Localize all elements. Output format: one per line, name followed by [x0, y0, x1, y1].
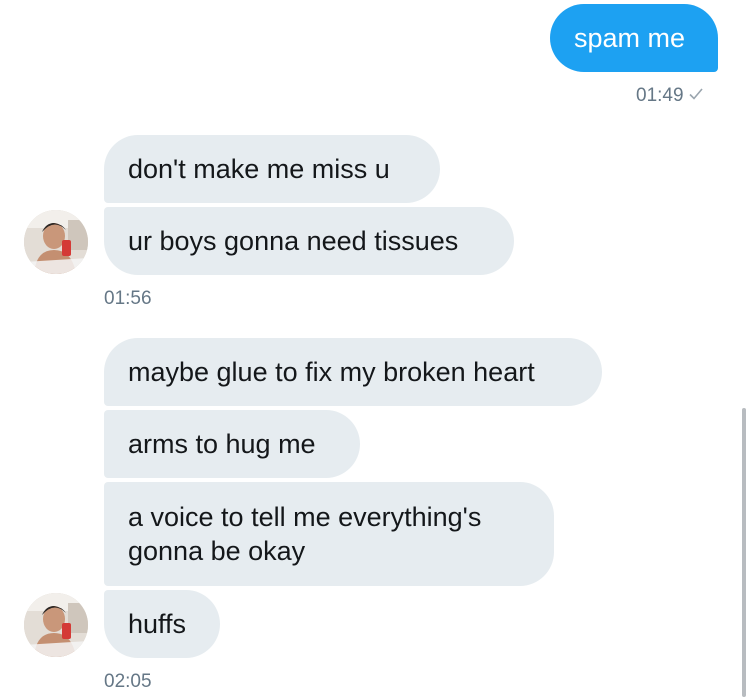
incoming-message-bubble[interactable]: don't make me miss u: [104, 135, 440, 203]
outgoing-message-bubble[interactable]: spam me: [550, 4, 718, 72]
incoming-message-bubble[interactable]: ur boys gonna need tissues: [104, 207, 514, 275]
scrollbar[interactable]: [742, 408, 746, 697]
sent-check-icon: [688, 85, 704, 107]
incoming-message-bubble[interactable]: arms to hug me: [104, 410, 360, 478]
outgoing-time-text: 01:49: [636, 85, 684, 107]
incoming-message-bubble[interactable]: maybe glue to fix my broken heart: [104, 338, 602, 406]
outgoing-timestamp: 01:49: [636, 85, 704, 107]
sender-avatar[interactable]: [24, 593, 88, 657]
incoming-message-bubble[interactable]: a voice to tell me everything's gonna be…: [104, 482, 554, 586]
sender-avatar[interactable]: [24, 210, 88, 274]
incoming-message-bubble[interactable]: huffs: [104, 590, 220, 658]
group2-timestamp: 02:05: [104, 671, 152, 692]
group1-timestamp: 01:56: [104, 288, 152, 309]
